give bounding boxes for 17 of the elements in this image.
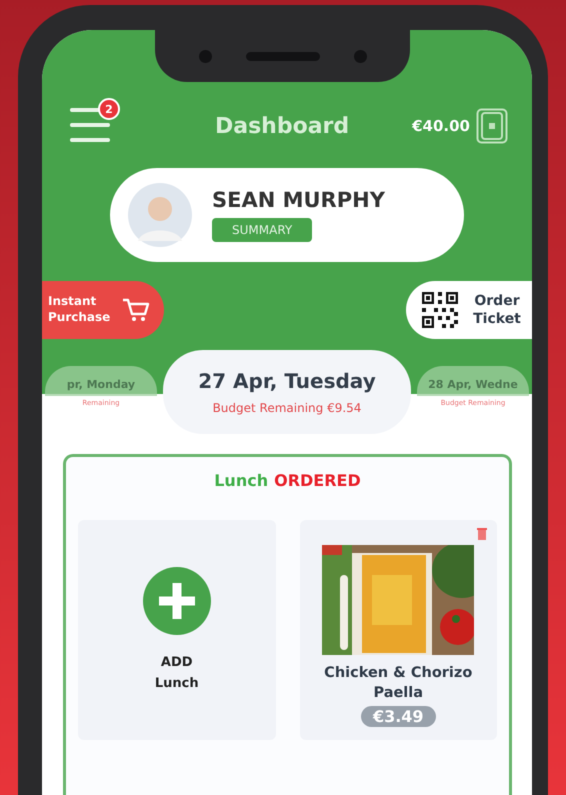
instant-purchase-button[interactable]: Instant Purchase <box>42 281 164 339</box>
day-date: pr, Monday <box>66 378 136 391</box>
order-ticket-button[interactable]: Order Ticket <box>406 281 532 339</box>
page-title: Dashboard <box>214 114 350 138</box>
day-card[interactable]: 27 Apr, Tuesday Budget Remaining €9.54 <box>163 350 411 434</box>
budget-remaining: Budget Remaining €9.54 <box>212 401 362 415</box>
meal-price: €3.49 <box>360 706 436 727</box>
meal-label: Lunch <box>214 471 268 490</box>
day-date: 28 Apr, Wedne <box>428 378 518 391</box>
order-status: ORDERED <box>274 471 361 490</box>
notification-badge: 2 <box>98 98 120 120</box>
meal-name: Chicken & Chorizo Paella <box>323 664 474 704</box>
day-date: 27 Apr, Tuesday <box>198 369 376 393</box>
add-lunch-button[interactable]: ADD Lunch <box>132 566 222 696</box>
wallet-balance: €40.00 <box>412 117 470 135</box>
summary-button[interactable]: SUMMARY <box>212 218 312 242</box>
student-name: SEAN MURPHY <box>212 188 385 212</box>
